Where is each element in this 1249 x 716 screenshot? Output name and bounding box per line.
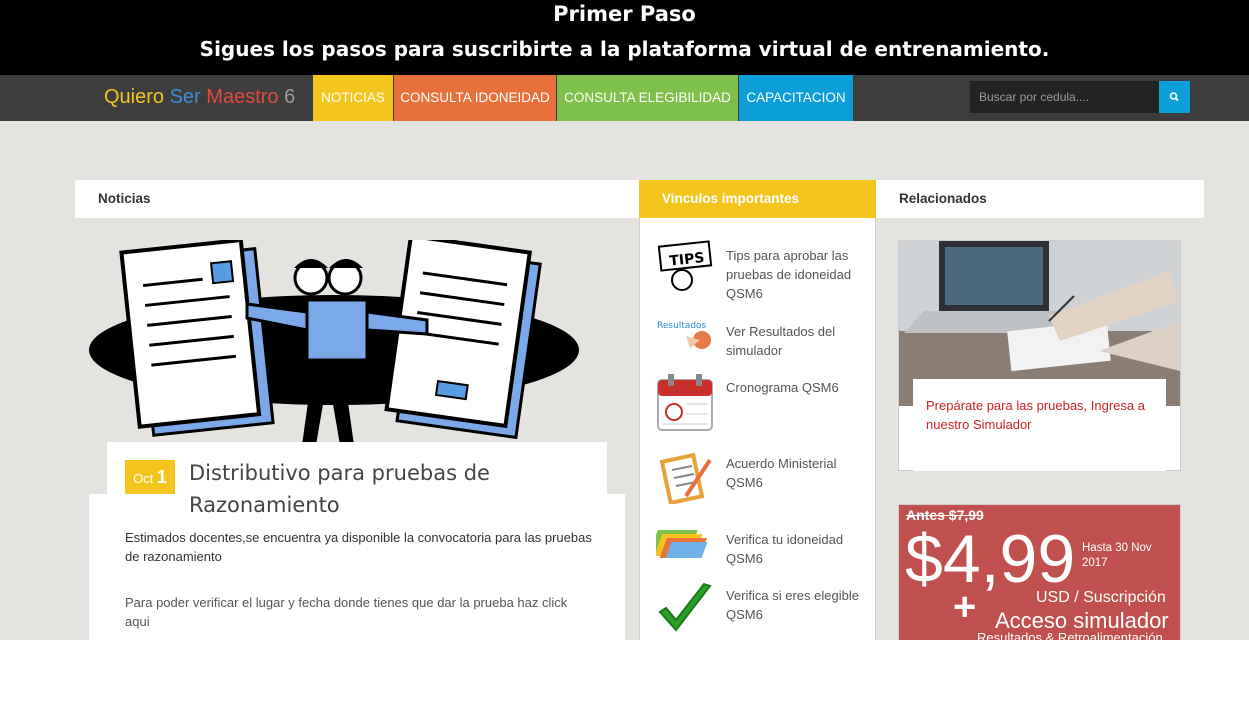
- logo-word-ser: Ser: [169, 86, 201, 108]
- search-input[interactable]: Buscar por cedula....: [970, 81, 1160, 113]
- results-icon-text: Resultados: [657, 321, 707, 331]
- date-month: Oct: [133, 471, 154, 486]
- tips-icon[interactable]: TIPS: [656, 240, 714, 292]
- nav-tab-consulta-idoneidad[interactable]: CONSULTA IDONEIDAD: [394, 75, 556, 121]
- navbar: Quiero Ser Maestro 6 NOTICIAS CONSULTA I…: [0, 75, 1249, 121]
- search-icon: [1169, 92, 1179, 102]
- logo-word-number: 6: [284, 86, 296, 108]
- promo-unit: USD / Suscripción: [1036, 589, 1166, 606]
- folders-icon[interactable]: [656, 524, 714, 560]
- promo-plus: +: [953, 585, 977, 629]
- link-acuerdo[interactable]: Acuerdo Ministerial QSM6: [726, 454, 866, 492]
- link-idoneidad[interactable]: Verifica tu idoneidad QSM6: [726, 530, 866, 568]
- news-paragraph-1: Estimados docentes,se encuentra ya dispo…: [125, 530, 592, 564]
- link-elegible[interactable]: Verifica si eres elegible QSM6: [726, 586, 866, 624]
- clipboard-icon[interactable]: [656, 448, 714, 504]
- calendar-icon[interactable]: [656, 374, 714, 432]
- logo-word-maestro: Maestro: [206, 86, 279, 108]
- promo-extra: Resultados & Retroalimentación: [977, 630, 1163, 640]
- news-title[interactable]: Distributivo para pruebas de Razonamient…: [189, 457, 599, 521]
- link-tips[interactable]: Tips para aprobar las pruebas de idoneid…: [726, 246, 866, 303]
- promo-deadline: Hasta 30 Nov 2017: [1082, 542, 1152, 569]
- links-header: Vinculos importantes: [639, 180, 876, 218]
- banner-subheading: Sigues los pasos para suscribirte a la p…: [199, 37, 1050, 61]
- related-link[interactable]: Prepárate para las pruebas, Ingresa a nu…: [926, 396, 1156, 434]
- results-icon[interactable]: Resultados: [656, 318, 714, 352]
- nav-tab-capacitacion[interactable]: CAPACITACION: [739, 75, 853, 121]
- news-paragraph-2[interactable]: Para poder verificar el lugar y fecha do…: [125, 593, 595, 631]
- news-illustration: [89, 240, 579, 445]
- important-links-panel: TIPS Tips para aprobar las pruebas de id…: [639, 218, 876, 640]
- date-badge: Oct 1: [125, 460, 175, 494]
- date-day: 1: [156, 467, 167, 487]
- logo-word-quiero: Quiero: [104, 86, 165, 108]
- link-cronograma[interactable]: Cronograma QSM6: [726, 378, 866, 397]
- nav-tab-consulta-elegibilidad[interactable]: CONSULTA ELEGIBILIDAD: [557, 75, 738, 121]
- top-banner: Primer Paso Sigues los pasos para suscri…: [0, 0, 1249, 75]
- related-header: Relacionados: [876, 180, 1204, 218]
- content-area: Noticias Vinculos importantes Relacionad…: [0, 121, 1249, 640]
- search-button[interactable]: [1159, 81, 1190, 113]
- checkmark-icon[interactable]: [656, 582, 714, 638]
- promo-price: $4,99: [905, 521, 1076, 597]
- news-header: Noticias: [75, 180, 639, 218]
- site-logo[interactable]: Quiero Ser Maestro 6: [104, 86, 295, 109]
- promo-card[interactable]: Antes $7,99 $4,99 Hasta 30 Nov 2017 USD …: [898, 504, 1181, 640]
- link-results[interactable]: Ver Resultados del simulador: [726, 322, 866, 360]
- banner-heading: Primer Paso: [553, 2, 696, 26]
- nav-tab-noticias[interactable]: NOTICIAS: [313, 75, 393, 121]
